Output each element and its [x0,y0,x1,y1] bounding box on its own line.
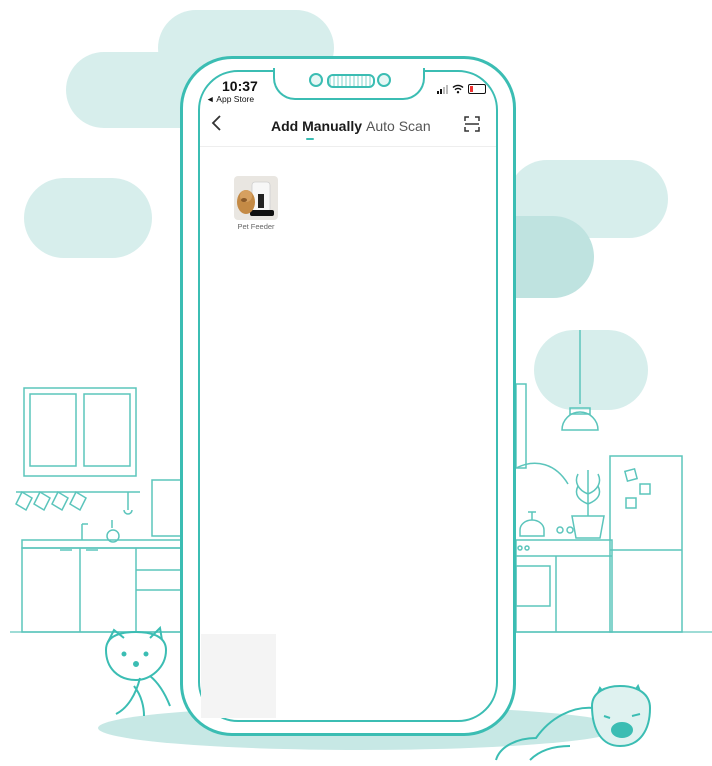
device-label: Pet Feeder [237,222,275,231]
signal-icon [437,84,448,94]
tab-add-manually[interactable]: Add Manually [271,118,362,134]
header-divider [200,146,496,147]
status-time: 10:37 [222,78,258,94]
cat-illustration [104,625,171,717]
tab-auto-scan[interactable]: Auto Scan [366,118,431,134]
wifi-icon [452,84,464,94]
phone-screen [198,70,498,722]
status-icons [437,84,486,94]
front-camera-icon [309,73,323,87]
cloud-shape [534,330,648,410]
back-button[interactable] [210,114,222,136]
active-tab-indicator [306,138,314,140]
cloud-shape [24,178,152,258]
device-item-pet-feeder[interactable]: Pet Feeder [230,176,282,231]
sensor-icon [377,73,391,87]
speaker-grille-icon [327,74,375,88]
battery-icon [468,84,486,94]
empty-panel [201,634,276,718]
chevron-left-icon [211,115,221,131]
pet-feeder-thumbnail [234,176,278,220]
scan-icon[interactable] [464,116,480,132]
back-to-app-store-link[interactable]: ◄ App Store [206,94,254,104]
